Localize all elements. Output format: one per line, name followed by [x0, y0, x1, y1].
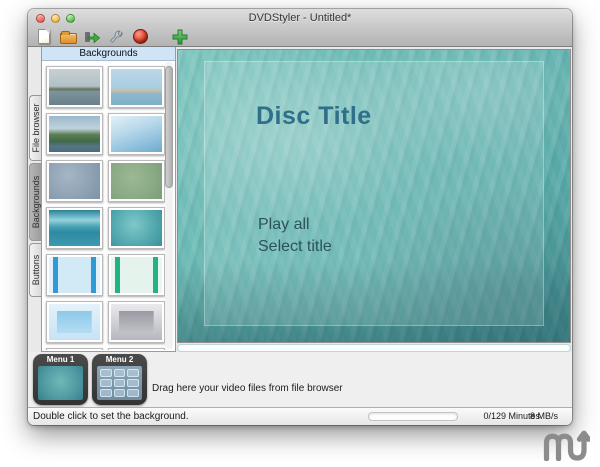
backgrounds-list[interactable] [42, 61, 175, 350]
burn-dvd-button[interactable] [130, 27, 150, 46]
sidebar-tab-backgrounds[interactable]: Backgrounds [29, 163, 41, 241]
green-arrow-save-icon [84, 31, 100, 43]
plus-icon [172, 29, 188, 44]
menu-thumbnail[interactable]: Menu 1 [33, 354, 88, 405]
new-document-icon [38, 29, 50, 44]
canvas-horizontal-scrollbar[interactable] [177, 344, 571, 352]
background-thumb-image [49, 116, 100, 152]
status-bar: Double click to set the background. 0/12… [28, 407, 572, 425]
background-thumb-gold-gradient[interactable] [46, 348, 103, 350]
dropzone-hint: Drag here your video files from file bro… [152, 383, 343, 394]
menu-strip: Menu 1 Menu 2 [33, 354, 147, 405]
background-thumb-image [49, 210, 100, 246]
add-file-button[interactable] [170, 27, 190, 46]
wrench-icon [110, 30, 123, 43]
save-project-button[interactable] [82, 27, 102, 46]
status-speed: 8 MB/s [529, 411, 558, 421]
capacity-gauge [368, 412, 458, 421]
background-thumb-image [49, 257, 100, 293]
menu-image [97, 366, 142, 400]
background-thumb-image [49, 304, 100, 340]
disc-title-text[interactable]: Disc Title [256, 102, 372, 131]
select-title-button[interactable]: Select title [258, 238, 332, 256]
background-thumb-slate-clouds[interactable] [46, 160, 103, 202]
new-project-button[interactable] [34, 27, 54, 46]
background-thumb-image [111, 69, 162, 105]
background-thumb-taupe-gradient[interactable] [108, 348, 165, 350]
status-hint: Double click to set the background. [33, 411, 189, 422]
background-thumb-image [49, 163, 100, 199]
play-all-button[interactable]: Play all [258, 216, 310, 234]
background-thumb-image [111, 304, 162, 340]
sidebar-tab-buttons[interactable]: Buttons [29, 243, 41, 297]
status-minutes: 0/129 Minutes [483, 411, 540, 421]
background-thumb-image [111, 210, 162, 246]
background-thumb-image [111, 257, 162, 293]
background-thumb-green-clouds[interactable] [108, 160, 165, 202]
background-thumb-coast-photo[interactable] [108, 66, 165, 108]
backgrounds-panel: Backgrounds [41, 47, 176, 352]
app-window: DVDStyler - Untitled* File browser Backg… [28, 9, 572, 425]
sidebar-tab-label: File browser [30, 103, 41, 153]
backgrounds-scrollbar[interactable] [165, 62, 173, 349]
background-thumb-blue-bars[interactable] [46, 254, 103, 296]
background-thumb-image [111, 116, 162, 152]
sidebar-tab-label: Backgrounds [30, 175, 41, 229]
background-thumb-blue-frame[interactable] [46, 301, 103, 343]
background-thumb-green-bars[interactable] [108, 254, 165, 296]
menu-editor-canvas[interactable]: Disc Title Play all Select title [177, 49, 571, 343]
open-folder-icon [59, 30, 77, 44]
menu-image [38, 366, 83, 400]
title-set-strip: Menu 1 Menu 2 Drag here your video files… [28, 352, 572, 407]
background-thumb-image [49, 69, 100, 105]
menu-thumbnail[interactable]: Menu 2 [92, 354, 147, 405]
menu-label: Menu 1 [46, 355, 75, 364]
background-thumb-harbor-photo[interactable] [46, 66, 103, 108]
safe-area-frame [204, 61, 544, 326]
settings-button[interactable] [106, 27, 126, 46]
sidebar-tab-label: Buttons [30, 254, 41, 286]
toolbar [34, 26, 190, 47]
open-project-button[interactable] [58, 27, 78, 46]
sidebar-tab-file-browser[interactable]: File browser [29, 95, 41, 161]
backgrounds-panel-header: Backgrounds [42, 47, 175, 61]
background-thumb-teal-bands[interactable] [46, 207, 103, 249]
background-thumb-image [111, 163, 162, 199]
window-header: DVDStyler - Untitled* [28, 9, 572, 47]
scrollbar-thumb[interactable] [165, 66, 173, 188]
background-thumb-turquoise-clouds[interactable] [108, 207, 165, 249]
background-thumb-river-photo[interactable] [46, 113, 103, 155]
burn-disc-icon [132, 29, 148, 44]
macupdate-logo [543, 430, 590, 461]
background-thumb-blue-gradient[interactable] [108, 113, 165, 155]
background-grid [42, 61, 175, 350]
window-title: DVDStyler - Untitled* [248, 12, 352, 24]
screenshot-page: DVDStyler - Untitled* File browser Backg… [0, 0, 600, 467]
menu-label: Menu 2 [105, 355, 134, 364]
background-thumb-silver-frame[interactable] [108, 301, 165, 343]
